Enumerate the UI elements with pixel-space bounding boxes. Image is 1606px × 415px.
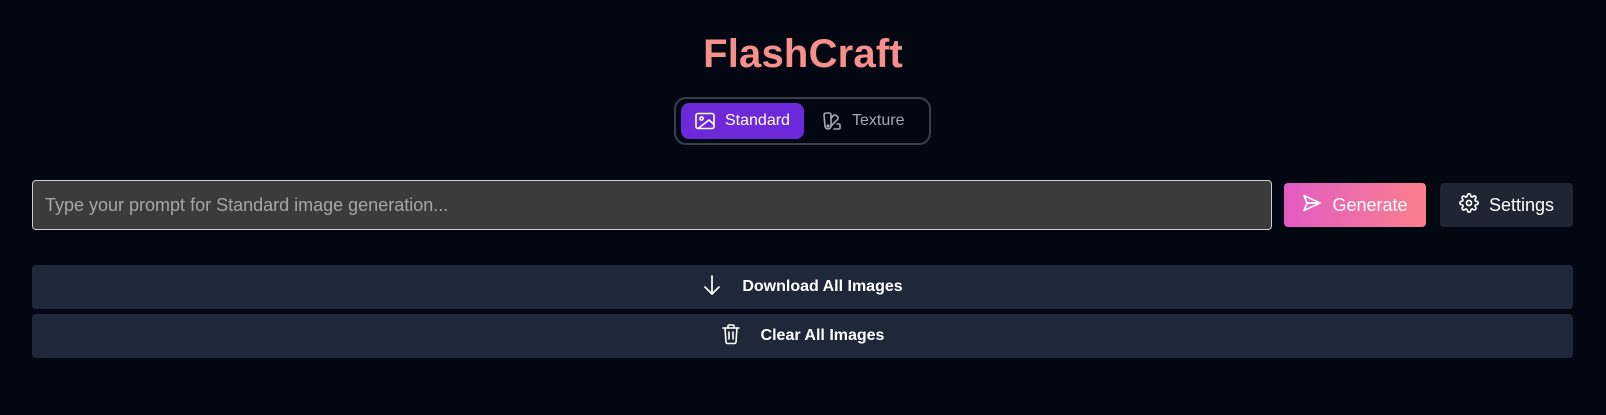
settings-label: Settings	[1488, 194, 1555, 215]
generate-label: Generate	[1332, 194, 1408, 215]
settings-button[interactable]: Settings	[1440, 183, 1573, 227]
image-icon	[695, 112, 715, 130]
send-icon	[1302, 193, 1322, 218]
standard-mode-button[interactable]: Standard	[681, 103, 804, 139]
trash-icon	[721, 323, 741, 350]
clear-all-button[interactable]: Clear All Images	[32, 314, 1573, 358]
app-page: FlashCraft Standard Texture Type your pr…	[0, 0, 1606, 415]
generate-button[interactable]: Generate	[1284, 183, 1426, 227]
gear-icon	[1459, 192, 1479, 218]
download-all-button[interactable]: Download All Images	[32, 265, 1573, 309]
app-title: FlashCraft	[703, 32, 903, 76]
mode-switch: Standard Texture	[674, 97, 931, 145]
swatch-icon	[822, 111, 842, 131]
download-all-label: Download All Images	[742, 278, 903, 295]
standard-mode-label: Standard	[725, 112, 790, 129]
prompt-input[interactable]	[32, 180, 1272, 230]
texture-mode-button[interactable]: Texture	[808, 103, 918, 139]
arrow-down-icon	[702, 274, 722, 301]
texture-mode-label: Texture	[852, 112, 905, 129]
clear-all-label: Clear All Images	[760, 327, 885, 344]
